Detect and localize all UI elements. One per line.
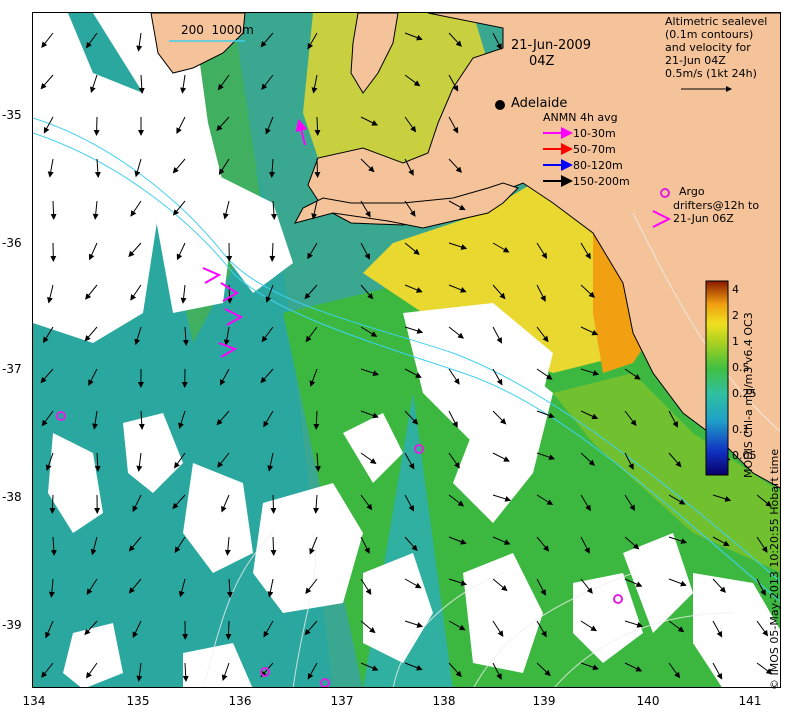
longitude-tick: 134: [22, 694, 46, 708]
longitude-tick: 135: [126, 694, 150, 708]
longitude-tick: 140: [636, 694, 660, 708]
map-frame: 200 1000m 21-Jun-2009 04Z Altimetric sea…: [32, 12, 781, 688]
scale-bar-label: 200 1000m: [181, 23, 254, 37]
colorbar-title: MODIS Chl-a mg/m3 v6.4 OC3: [742, 312, 755, 478]
longitude-tick: 139: [532, 694, 556, 708]
anmn-title: ANMN 4h avg: [543, 111, 618, 124]
velocity-arrow: [270, 494, 277, 514]
longitude-tick: 141: [738, 694, 762, 708]
anmn-label-2: 50-70m: [573, 143, 616, 156]
colorbar-tick: 4: [732, 283, 739, 296]
longitude-tick: 138: [432, 694, 456, 708]
city-label: Adelaide: [511, 96, 568, 111]
latitude-tick: -36: [2, 236, 22, 250]
velocity-arrow: [270, 536, 277, 556]
adelaide-marker: [495, 100, 505, 110]
latitude-tick: -38: [2, 490, 22, 504]
velocity-arrow: [225, 620, 232, 640]
latitude-tick: -39: [2, 618, 22, 632]
velocity-arrow: [314, 158, 321, 178]
colorbar-tick: 1: [732, 335, 739, 348]
credit-line: © IMOS 05-May-2013 10:20:55 Hobart time: [768, 448, 781, 690]
argo-label: Argo: [679, 185, 705, 198]
anmn-label-3: 80-120m: [573, 159, 623, 172]
anmn-label-1: 10-30m: [573, 127, 616, 140]
velocity-arrow: [49, 494, 56, 514]
velocity-arrow: [93, 116, 100, 136]
velocity-arrow: [314, 116, 321, 136]
longitude-tick: 136: [228, 694, 252, 708]
latitude-tick: -35: [2, 108, 22, 122]
drifter-label: drifters@12h to 21-Jun 06Z: [673, 199, 760, 225]
map-time: 04Z: [529, 54, 555, 69]
sealevel-legend: Altimetric sealevel (0.1m contours) and …: [665, 15, 768, 80]
map-canvas: [33, 13, 780, 687]
anmn-label-4: 150-200m: [573, 175, 630, 188]
map-date: 21-Jun-2009: [511, 38, 592, 53]
longitude-tick: 137: [330, 694, 354, 708]
colorbar: [705, 280, 729, 476]
latitude-tick: -37: [2, 362, 22, 376]
colorbar-tick: 2: [732, 309, 739, 322]
